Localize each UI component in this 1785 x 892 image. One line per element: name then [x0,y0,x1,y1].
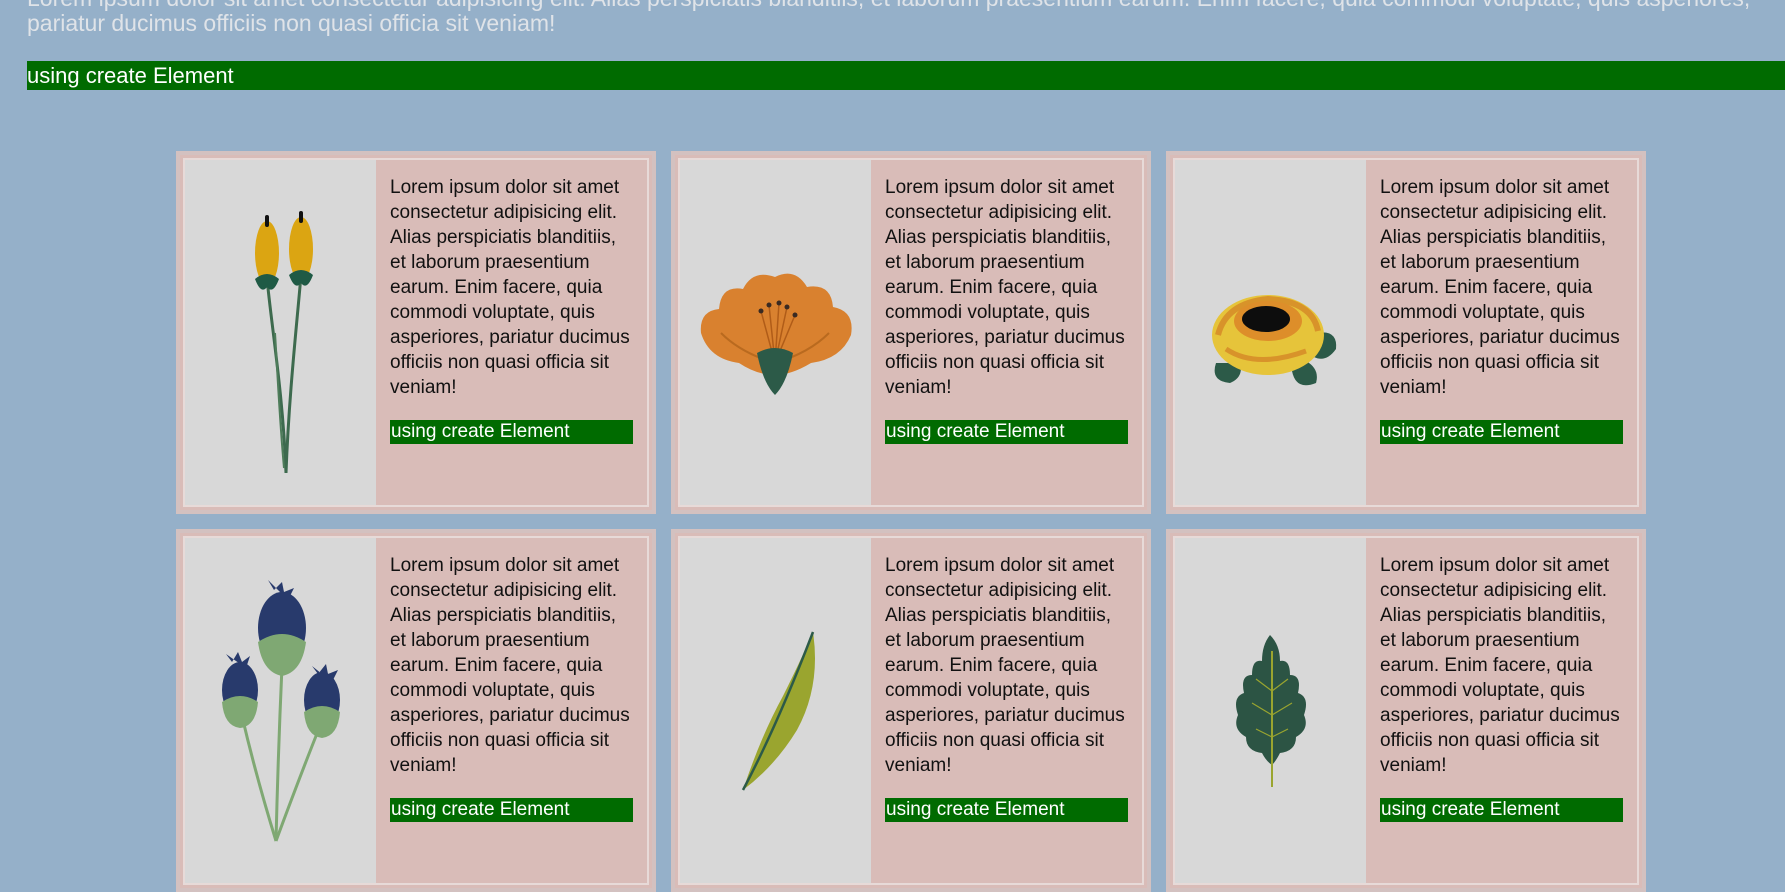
oak-leaf-icon [1235,634,1306,787]
card-image-panel [185,160,376,505]
card-description: Lorem ipsum dolor sit amet consectetur a… [1380,177,1620,398]
card-image-panel [680,538,871,883]
yellow-rose-icon [1211,294,1336,385]
flower-card: Lorem ipsum dolor sit amet consectetur a… [176,151,656,514]
flower-card: Lorem ipsum dolor sit amet consectetur a… [176,529,656,892]
card-tag: using create Element [390,798,633,822]
card-image-panel [680,160,871,505]
card-tag: using create Element [885,420,1128,444]
flower-card: Lorem ipsum dolor sit amet consectetur a… [671,151,1151,514]
olive-leaf-icon [741,631,815,791]
create-element-banner: using create Element [27,61,1785,90]
card-description: Lorem ipsum dolor sit amet consectetur a… [390,177,630,398]
blue-thistle-icon [221,579,340,842]
card-tag: using create Element [1380,798,1623,822]
orange-flower-icon [700,273,852,395]
card-tag: using create Element [1380,420,1623,444]
card-tag: using create Element [390,420,633,444]
card-image-panel [1175,160,1366,505]
card-description: Lorem ipsum dolor sit amet consectetur a… [1380,555,1620,776]
card-image-panel [1175,538,1366,883]
flower-card: Lorem ipsum dolor sit amet consectetur a… [671,529,1151,892]
flower-card: Lorem ipsum dolor sit amet consectetur a… [1166,151,1646,514]
flower-card: Lorem ipsum dolor sit amet consectetur a… [1166,529,1646,892]
cattail-flower-icon [254,210,313,473]
card-description: Lorem ipsum dolor sit amet consectetur a… [885,177,1125,398]
card-description: Lorem ipsum dolor sit amet consectetur a… [885,555,1125,776]
card-grid: Lorem ipsum dolor sit amet consectetur a… [176,151,1646,892]
card-tag: using create Element [885,798,1128,822]
card-description: Lorem ipsum dolor sit amet consectetur a… [390,555,630,776]
card-image-panel [185,538,376,883]
intro-paragraph: Lorem ipsum dolor sit amet consectetur a… [27,0,1750,36]
